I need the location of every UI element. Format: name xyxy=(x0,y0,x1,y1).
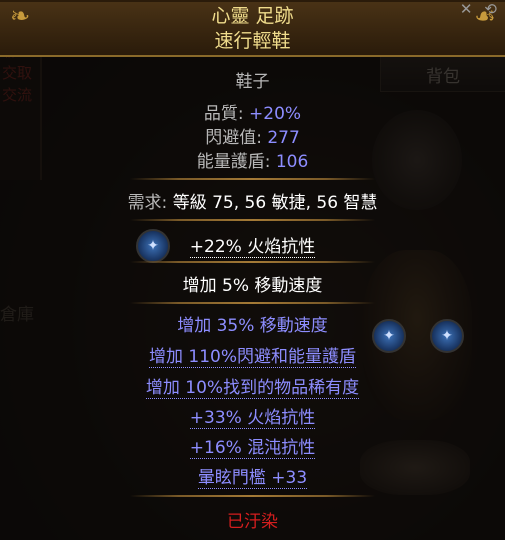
item-name: 心靈 足跡 xyxy=(211,5,294,27)
explicit-mod: +33% 火焰抗性 xyxy=(0,403,505,429)
tooltip-header: ❧ ☙ 心靈 足跡 速行輕鞋 xyxy=(0,0,505,57)
explicit-mod-text: 增加 10%找到的物品稀有度 xyxy=(145,378,360,399)
property-value: 277 xyxy=(267,128,300,148)
separator xyxy=(130,302,375,304)
tooltip-body: 鞋子 品質: +20% 閃避值: 277 能量護盾: 106 需求: 等級 75… xyxy=(0,57,505,540)
separator xyxy=(130,219,375,221)
property-evasion: 閃避值: 277 xyxy=(0,123,505,148)
property-label: 品質: xyxy=(203,104,250,124)
explicit-mod-text: +33% 火焰抗性 xyxy=(189,408,316,429)
close-icon[interactable]: ✕ xyxy=(460,0,473,18)
explicit-mod: 增加 110%閃避和能量護盾 xyxy=(0,342,505,368)
property-value: +20% xyxy=(249,104,302,124)
toolbar: ✕ ⟲ xyxy=(460,0,497,18)
explicit-mod: 暈眩門檻 +33 xyxy=(0,463,505,489)
property-label: 能量護盾: xyxy=(196,152,276,172)
separator xyxy=(130,495,375,497)
enchant-mod: +22% 火焰抗性 xyxy=(0,232,505,258)
separator xyxy=(130,261,375,263)
explicit-mod-text: +16% 混沌抗性 xyxy=(189,438,316,459)
item-class: 鞋子 xyxy=(235,72,270,92)
property-energy-shield: 能量護盾: 106 xyxy=(0,147,505,172)
explicit-mod: +16% 混沌抗性 xyxy=(0,433,505,459)
corrupted-status: 已汙染 xyxy=(227,512,278,532)
property-label: 閃避值: xyxy=(205,128,268,148)
enchant-text: +22% 火焰抗性 xyxy=(189,237,316,258)
requirements: 需求: 等級 75, 56 敏捷, 56 智慧 xyxy=(0,188,505,213)
explicit-mod-text: 增加 110%閃避和能量護盾 xyxy=(148,347,356,368)
explicit-mod-text: 暈眩門檻 +33 xyxy=(197,468,308,489)
requirements-text: 等級 75, 56 敏捷, 56 智慧 xyxy=(172,193,378,213)
explicit-mod: 增加 35% 移動速度 xyxy=(177,316,328,336)
item-base-type: 速行輕鞋 xyxy=(214,30,291,52)
history-icon[interactable]: ⟲ xyxy=(484,0,497,18)
item-tooltip: ❧ ☙ 心靈 足跡 速行輕鞋 ✕ ⟲ 鞋子 品質: +20% 閃避值: 277 … xyxy=(0,0,505,540)
requirements-label: 需求: xyxy=(127,193,173,213)
property-value: 106 xyxy=(275,152,309,172)
implicit-mod: 增加 5% 移動速度 xyxy=(182,276,323,296)
property-quality: 品質: +20% xyxy=(0,99,505,124)
separator xyxy=(130,178,375,180)
explicit-mod: 增加 10%找到的物品稀有度 xyxy=(0,373,505,399)
